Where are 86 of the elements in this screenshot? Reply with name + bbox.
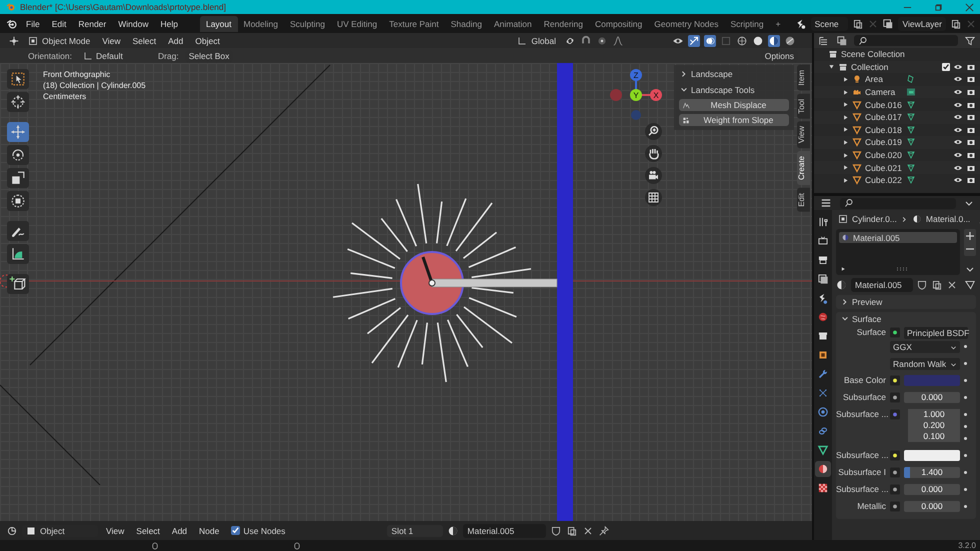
view-layer-field[interactable]: ViewLayer [898,16,946,30]
tool-button[interactable]: Mesh Displace [679,99,789,111]
panel-header[interactable]: Landscape [676,67,792,80]
number-field[interactable]: 0.100 [908,431,960,442]
outliner-item[interactable]: Cube.019 [865,137,903,148]
menu-item[interactable]: View [102,526,128,536]
field-label: Subsurface ... [836,484,886,495]
menu-item[interactable]: Window [114,18,152,28]
window-title: Blender* [C:\Users\Gautam\Downloads\prtotype.blend] [20,2,226,12]
outliner-item[interactable]: Camera [865,87,903,98]
slot-dropdown[interactable]: Slot 1 [387,524,444,536]
workspace-tab[interactable]: Sculpting [284,16,331,32]
outliner-item[interactable]: Cube.020 [865,150,903,160]
breadcrumb-item: Material.0... [926,214,970,224]
menu-item[interactable]: Select [132,526,164,536]
menu-item[interactable]: Object [191,36,224,46]
version-text: 3.2.0 [958,541,976,550]
outliner-item[interactable]: Scene Collection [841,49,905,60]
workspace-tab[interactable]: Animation [488,16,538,32]
workspace-tab[interactable]: Compositing [589,16,648,32]
workspace-tab[interactable]: Shading [444,16,488,32]
field-label: Surface [856,327,886,338]
sidebar-tab[interactable]: Create [797,151,810,186]
field-label: Subsurface I [837,467,886,478]
panel-header[interactable]: Preview [836,295,976,309]
number-field[interactable]: 0.000 [904,392,960,403]
workspace-tab[interactable]: UV Editing [330,16,384,32]
outliner-item[interactable]: Cube.022 [865,175,903,186]
orientation-dropdown[interactable]: Default [78,50,152,62]
sidebar-tab[interactable]: Edit [797,188,810,212]
field-label: Subsurface ... [836,409,886,420]
sidebar-tab[interactable]: View [797,121,810,148]
material-slot[interactable]: Material.005 [839,232,957,243]
use-nodes-checkbox[interactable]: Use Nodes [227,526,290,536]
viewport-info-text: Front Orthographic [43,70,112,79]
mode-dropdown[interactable]: Object Mode [24,34,94,46]
workspace-tab[interactable]: Scripting [724,16,770,32]
menu-item[interactable]: Render [74,18,110,28]
scene-field[interactable]: Scene [810,16,848,30]
viewport[interactable]: Front Orthographic (18) Collection | Cylinder.005 Centimeters Z Y X Landscape Landscape Tools Mesh Displace Weight from Slope Item Tool View Create Edit [0,63,812,521]
slider-field[interactable]: 1.400 [904,467,960,478]
workspace-tab[interactable]: Texture Paint [383,16,445,32]
outliner-item[interactable]: Cube.021 [865,162,903,173]
viewport-info-text: Centimeters [43,92,88,101]
tool-button[interactable]: Weight from Slope [679,114,789,126]
dropdown[interactable]: GGX [890,341,960,353]
workspace-tab[interactable]: Rendering [538,16,590,32]
menu-item[interactable]: File [22,18,44,28]
panel-header[interactable]: Surface [836,312,976,326]
menu-item[interactable]: Edit [48,18,70,28]
outliner-item[interactable]: Collection [851,62,888,72]
outliner-item[interactable]: Cube.017 [865,112,903,122]
workspace-tab[interactable]: Modeling [238,16,284,32]
number-field[interactable]: 0.200 [908,420,960,431]
panel-header[interactable]: Landscape Tools [676,83,792,96]
menu-item[interactable]: Node [195,526,224,536]
shader-field[interactable]: Principled BSDF [904,327,968,339]
outliner-item[interactable]: Cube.018 [865,124,903,135]
orientation-label: Orientation: [28,50,72,60]
number-field[interactable]: 1.000 [908,409,960,420]
number-field[interactable]: 0.000 [904,484,960,495]
field-label: Subsurface ... [836,450,886,461]
sidebar-tab[interactable]: Item [797,65,810,91]
menu-item[interactable]: Help [156,18,182,28]
outliner-item[interactable]: Cube.016 [865,100,903,110]
menu-item[interactable]: View [98,36,124,46]
menu-item[interactable]: Select [128,36,160,46]
field-label: Base Color [842,375,886,386]
outliner-item[interactable]: Area [865,74,903,84]
workspace-tab[interactable]: Geometry Nodes [648,16,725,32]
breadcrumb-item: Cylinder.0... [852,214,897,224]
field-label: Metallic [856,501,886,512]
menu-item[interactable]: Add [164,36,188,46]
add-workspace-button[interactable]: + [770,16,787,32]
drag-label: Drag: [158,50,179,60]
transform-orientation-dropdown[interactable]: Global [513,34,560,46]
sidebar-tab[interactable]: Tool [797,94,810,118]
field-label: Subsurface [842,392,886,403]
menu-item[interactable]: Add [168,526,192,536]
navigation-gizmo[interactable]: Z Y X [610,69,662,120]
number-field[interactable]: 0.000 [904,501,960,512]
material-name-field[interactable]: Material.005 [463,524,546,538]
viewport-info-text: (18) Collection | Cylinder.005 [43,81,146,90]
workspace-tab[interactable]: Layout [200,16,238,32]
dropdown[interactable]: Random Walk [890,358,960,370]
material-name-field[interactable]: Material.005 [851,278,913,292]
